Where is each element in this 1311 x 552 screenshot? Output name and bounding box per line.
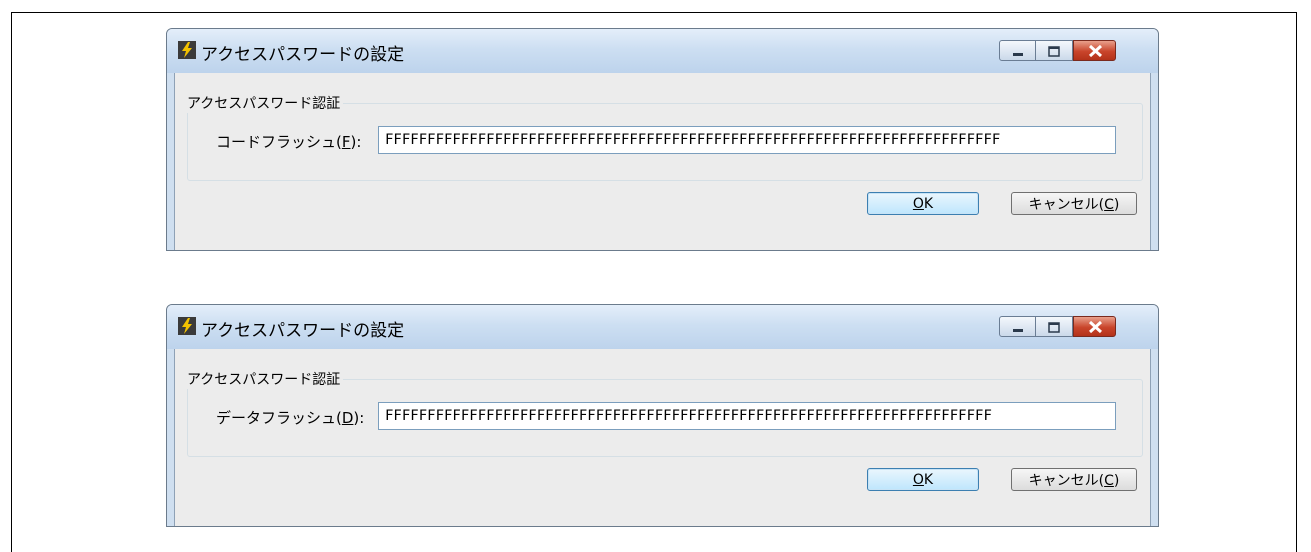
- cancel-button[interactable]: キャンセル(C): [1011, 192, 1137, 215]
- code-flash-label: コードフラッシュ(F):: [216, 133, 362, 151]
- minimize-button[interactable]: [999, 316, 1036, 337]
- close-icon: [1088, 44, 1103, 58]
- window-title: アクセスパスワードの設定: [201, 45, 405, 65]
- group-label: アクセスパスワード認証: [187, 369, 344, 389]
- minimize-icon: [1013, 329, 1023, 332]
- group-label: アクセスパスワード認証: [187, 93, 344, 113]
- app-icon: [178, 41, 196, 59]
- maximize-icon: [1048, 322, 1060, 333]
- close-icon: [1088, 320, 1103, 334]
- maximize-button[interactable]: [1036, 316, 1073, 337]
- window-title: アクセスパスワードの設定: [201, 321, 405, 341]
- minimize-button[interactable]: [999, 40, 1036, 61]
- maximize-icon: [1048, 46, 1060, 57]
- app-icon: [178, 317, 196, 335]
- password-dialog-data-flash: アクセスパスワードの設定 アクセスパスワード認証 データフラッシュ(D): OK…: [166, 304, 1159, 527]
- data-flash-label: データフラッシュ(D):: [216, 409, 365, 427]
- title-bar[interactable]: アクセスパスワードの設定: [167, 305, 1158, 349]
- password-dialog-code-flash: アクセスパスワードの設定 アクセスパスワード認証 コードフラッシュ(F): OK…: [166, 28, 1159, 251]
- title-bar[interactable]: アクセスパスワードの設定: [167, 29, 1158, 73]
- ok-button[interactable]: OK: [867, 192, 979, 215]
- maximize-button[interactable]: [1036, 40, 1073, 61]
- dialog-client-area: アクセスパスワード認証 コードフラッシュ(F): OK キャンセル(C): [174, 73, 1151, 250]
- code-flash-password-input[interactable]: [378, 126, 1116, 154]
- data-flash-password-input[interactable]: [378, 402, 1116, 430]
- minimize-icon: [1013, 53, 1023, 56]
- dialog-client-area: アクセスパスワード認証 データフラッシュ(D): OK キャンセル(C): [174, 349, 1151, 526]
- cancel-button[interactable]: キャンセル(C): [1011, 468, 1137, 491]
- ok-button[interactable]: OK: [867, 468, 979, 491]
- close-button[interactable]: [1073, 40, 1116, 61]
- close-button[interactable]: [1073, 316, 1116, 337]
